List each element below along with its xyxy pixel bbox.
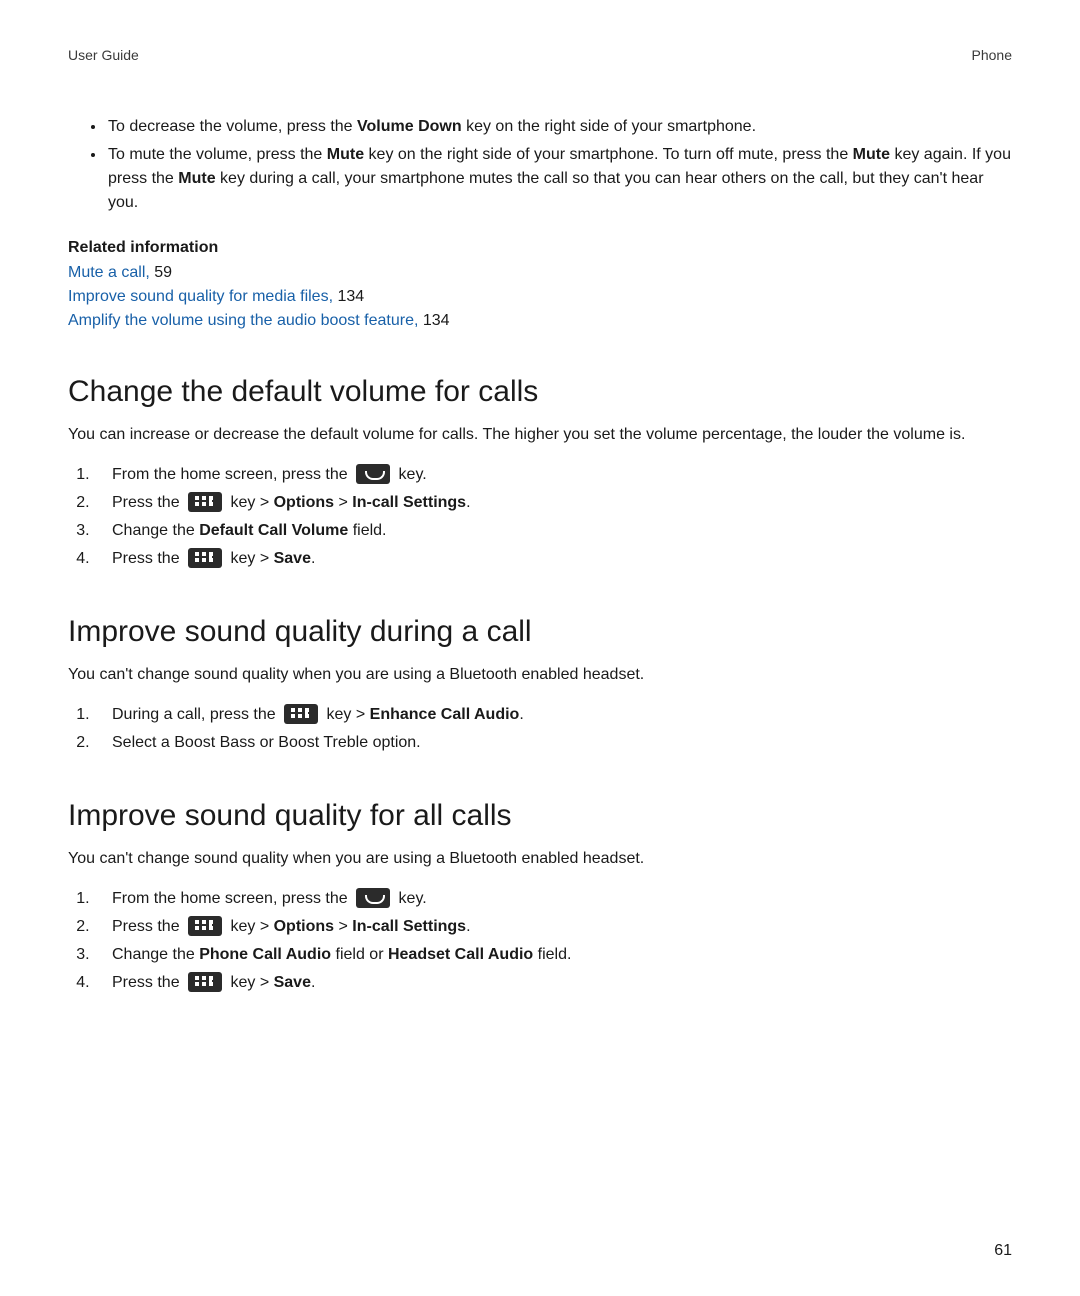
phone-key-icon <box>356 888 390 908</box>
text: During a call, press the <box>112 706 280 723</box>
step: From the home screen, press the key. <box>94 461 1012 489</box>
text-bold: Phone Call Audio <box>199 946 331 963</box>
text: key on the right side of your smartphone… <box>462 118 756 135</box>
text: To decrease the volume, press the <box>108 118 357 135</box>
text: > <box>334 494 352 511</box>
page: User Guide Phone To decrease the volume,… <box>0 0 1080 1296</box>
text-bold: Save <box>274 974 311 991</box>
section-para: You can't change sound quality when you … <box>68 847 1012 871</box>
text: key. <box>394 466 427 483</box>
text: . <box>519 706 523 723</box>
text: key. <box>394 890 427 907</box>
text-bold: Mute <box>853 146 890 163</box>
text: field or <box>331 946 388 963</box>
text: > <box>334 918 352 935</box>
text: key > <box>226 494 274 511</box>
page-header: User Guide Phone <box>68 47 1012 63</box>
text-bold: Headset Call Audio <box>388 946 533 963</box>
text: Press the <box>112 550 184 567</box>
text: . <box>466 918 470 935</box>
related-item: Improve sound quality for media files, 1… <box>68 285 1012 309</box>
text-bold: Mute <box>178 170 215 187</box>
bullet-list: To decrease the volume, press the Volume… <box>68 115 1012 215</box>
related-link[interactable]: Improve sound quality for media files, <box>68 288 333 305</box>
text-bold: In-call Settings <box>352 494 466 511</box>
menu-key-icon <box>188 492 222 512</box>
section-heading: Improve sound quality during a call <box>68 615 1012 649</box>
text: Press the <box>112 918 184 935</box>
step: During a call, press the key > Enhance C… <box>94 701 1012 729</box>
steps-list: From the home screen, press the key. Pre… <box>68 461 1012 573</box>
step: Press the key > Options > In-call Settin… <box>94 913 1012 941</box>
related-item: Mute a call, 59 <box>68 261 1012 285</box>
text: Press the <box>112 974 184 991</box>
step: Press the key > Options > In-call Settin… <box>94 489 1012 517</box>
section-heading: Improve sound quality for all calls <box>68 799 1012 833</box>
text: To mute the volume, press the <box>108 146 327 163</box>
text: From the home screen, press the <box>112 890 352 907</box>
text: field. <box>348 522 386 539</box>
text: key on the right side of your smartphone… <box>364 146 853 163</box>
text-bold: Options <box>274 494 334 511</box>
related-page: 134 <box>418 312 449 329</box>
text: . <box>311 974 315 991</box>
bullet-item: To mute the volume, press the Mute key o… <box>106 143 1012 215</box>
text-bold: Mute <box>327 146 364 163</box>
text: key > <box>226 550 274 567</box>
text: field. <box>533 946 571 963</box>
text-bold: Enhance Call Audio <box>370 706 520 723</box>
text: Change the <box>112 522 199 539</box>
related-heading: Related information <box>68 239 1012 257</box>
text: key > <box>226 918 274 935</box>
header-left: User Guide <box>68 47 139 63</box>
bullet-item: To decrease the volume, press the Volume… <box>106 115 1012 139</box>
step: Change the Phone Call Audio field or Hea… <box>94 941 1012 969</box>
related-page: 59 <box>150 264 172 281</box>
text: Press the <box>112 494 184 511</box>
text: . <box>311 550 315 567</box>
related-page: 134 <box>333 288 364 305</box>
phone-key-icon <box>356 464 390 484</box>
page-number: 61 <box>994 1242 1012 1260</box>
step: Press the key > Save. <box>94 545 1012 573</box>
text-bold: Default Call Volume <box>199 522 348 539</box>
steps-list: During a call, press the key > Enhance C… <box>68 701 1012 757</box>
text: Change the <box>112 946 199 963</box>
text-bold: In-call Settings <box>352 918 466 935</box>
related-item: Amplify the volume using the audio boost… <box>68 309 1012 333</box>
menu-key-icon <box>188 972 222 992</box>
step: From the home screen, press the key. <box>94 885 1012 913</box>
text: key > <box>226 974 274 991</box>
text: key > <box>322 706 370 723</box>
related-link[interactable]: Mute a call, <box>68 264 150 281</box>
text-bold: Options <box>274 918 334 935</box>
step: Press the key > Save. <box>94 969 1012 997</box>
header-right: Phone <box>972 47 1012 63</box>
text: key during a call, your smartphone mutes… <box>108 170 984 211</box>
menu-key-icon <box>284 704 318 724</box>
step: Change the Default Call Volume field. <box>94 517 1012 545</box>
steps-list: From the home screen, press the key. Pre… <box>68 885 1012 997</box>
text: Select a Boost Bass or Boost Treble opti… <box>112 734 421 751</box>
text: From the home screen, press the <box>112 466 352 483</box>
menu-key-icon <box>188 548 222 568</box>
section-para: You can't change sound quality when you … <box>68 663 1012 687</box>
section-heading: Change the default volume for calls <box>68 375 1012 409</box>
menu-key-icon <box>188 916 222 936</box>
step: Select a Boost Bass or Boost Treble opti… <box>94 729 1012 757</box>
related-link[interactable]: Amplify the volume using the audio boost… <box>68 312 418 329</box>
text: . <box>466 494 470 511</box>
section-para: You can increase or decrease the default… <box>68 423 1012 447</box>
text-bold: Save <box>274 550 311 567</box>
text-bold: Volume Down <box>357 118 462 135</box>
